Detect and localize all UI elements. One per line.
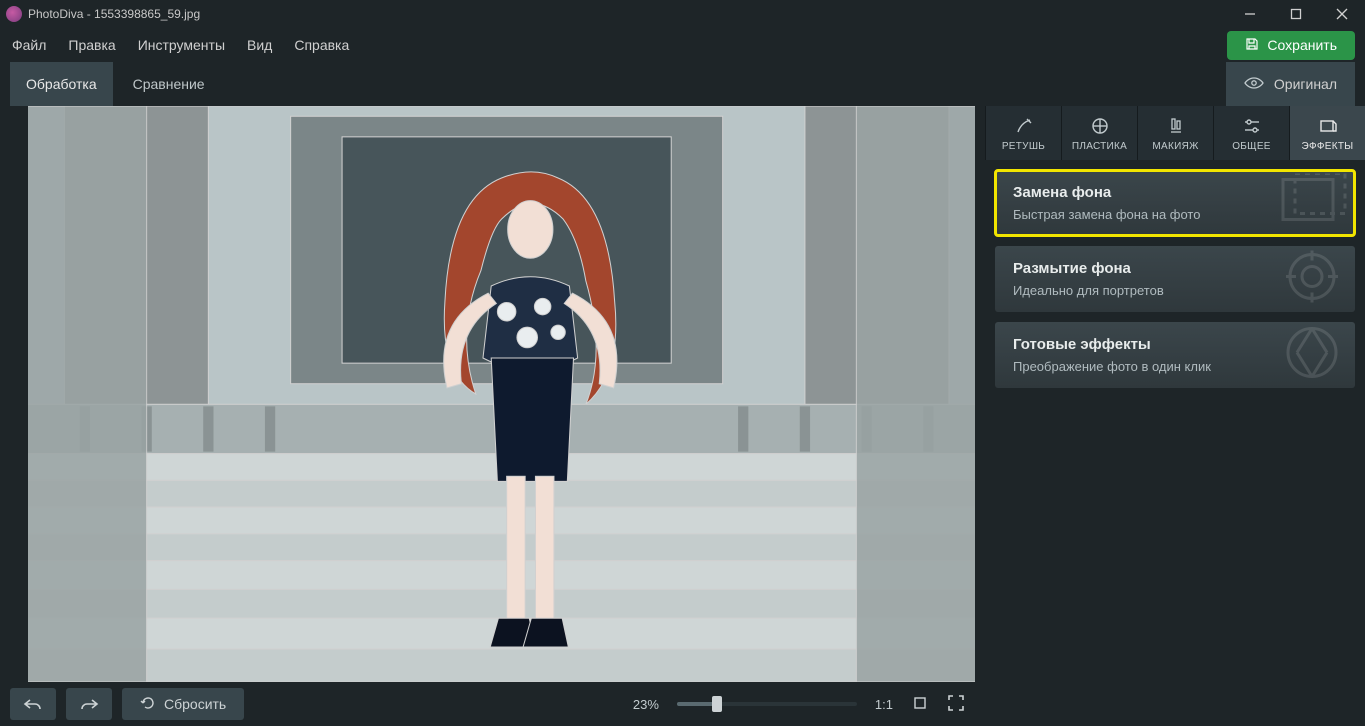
effects-icon <box>1318 115 1338 137</box>
zoom-value: 23% <box>633 697 659 712</box>
zoom-area: 23% 1:1 <box>633 694 965 715</box>
main-area: Сбросить 23% 1:1 РЕТУШЬ ПЛАСТ <box>0 106 1365 726</box>
undo-button[interactable] <box>10 688 56 720</box>
right-panel: РЕТУШЬ ПЛАСТИКА МАКИЯЖ ОБЩЕЕ ЭФФЕКТЫ Зам… <box>985 106 1365 726</box>
retouch-icon <box>1014 115 1034 137</box>
tab-compare[interactable]: Сравнение <box>117 62 221 106</box>
tool-tab-makeup[interactable]: МАКИЯЖ <box>1137 106 1213 160</box>
original-toggle[interactable]: Оригинал <box>1226 62 1355 106</box>
zoom-slider[interactable] <box>677 702 857 706</box>
eye-icon <box>1244 76 1264 93</box>
effect-card-presets[interactable]: Готовые эффекты Преображение фото в один… <box>995 322 1355 388</box>
makeup-icon <box>1166 115 1186 137</box>
tool-tabs: РЕТУШЬ ПЛАСТИКА МАКИЯЖ ОБЩЕЕ ЭФФЕКТЫ <box>985 106 1365 160</box>
window-title: PhotoDiva - 1553398865_59.jpg <box>28 7 200 21</box>
tool-tab-label: МАКИЯЖ <box>1152 141 1198 152</box>
tool-tab-label: РЕТУШЬ <box>1002 141 1045 152</box>
reset-label: Сбросить <box>164 696 226 712</box>
save-button[interactable]: Сохранить <box>1227 31 1355 60</box>
window-controls <box>1227 0 1365 28</box>
zoom-ratio-button[interactable]: 1:1 <box>875 697 893 712</box>
close-button[interactable] <box>1319 0 1365 28</box>
menu-view[interactable]: Вид <box>245 33 274 57</box>
sliders-icon <box>1242 115 1262 137</box>
original-label: Оригинал <box>1274 76 1337 92</box>
minimize-button[interactable] <box>1227 0 1273 28</box>
redo-button[interactable] <box>66 688 112 720</box>
bottom-bar: Сбросить 23% 1:1 <box>0 682 985 726</box>
menu-file[interactable]: Файл <box>10 33 48 57</box>
title-bar: PhotoDiva - 1553398865_59.jpg <box>0 0 1365 28</box>
effect-card-replace-bg[interactable]: Замена фона Быстрая замена фона на фото <box>995 170 1355 236</box>
blur-bg-icon <box>1277 247 1347 312</box>
aperture-icon <box>1277 323 1347 388</box>
menu-help[interactable]: Справка <box>292 33 351 57</box>
tool-tab-plastic[interactable]: ПЛАСТИКА <box>1061 106 1137 160</box>
effect-card-blur-bg[interactable]: Размытие фона Идеально для портретов <box>995 246 1355 312</box>
plastic-icon <box>1090 115 1110 137</box>
tool-tab-general[interactable]: ОБЩЕЕ <box>1213 106 1289 160</box>
maximize-button[interactable] <box>1273 0 1319 28</box>
tool-tab-label: ПЛАСТИКА <box>1072 141 1127 152</box>
reset-icon <box>140 695 156 714</box>
fullscreen-button[interactable] <box>947 694 965 715</box>
tool-tab-label: ОБЩЕЕ <box>1232 141 1271 152</box>
photo-placeholder <box>28 106 975 682</box>
menu-edit[interactable]: Правка <box>66 33 117 57</box>
save-icon <box>1245 37 1259 54</box>
image-canvas[interactable] <box>28 106 975 682</box>
zoom-slider-knob[interactable] <box>712 696 722 712</box>
app-logo-icon <box>6 6 22 22</box>
replace-bg-icon <box>1277 174 1347 233</box>
tool-tab-retouch[interactable]: РЕТУШЬ <box>985 106 1061 160</box>
effect-list: Замена фона Быстрая замена фона на фото … <box>985 170 1365 388</box>
canvas-wrap: Сбросить 23% 1:1 <box>0 106 985 726</box>
menu-bar: Файл Правка Инструменты Вид Справка Сохр… <box>0 28 1365 62</box>
save-label: Сохранить <box>1267 37 1337 53</box>
menu-tools[interactable]: Инструменты <box>136 33 227 57</box>
tool-tab-effects[interactable]: ЭФФЕКТЫ <box>1289 106 1365 160</box>
reset-button[interactable]: Сбросить <box>122 688 244 720</box>
tab-processing[interactable]: Обработка <box>10 62 113 106</box>
view-tab-row: Обработка Сравнение Оригинал <box>0 62 1365 106</box>
tool-tab-label: ЭФФЕКТЫ <box>1302 141 1354 152</box>
fit-screen-button[interactable] <box>911 694 929 715</box>
